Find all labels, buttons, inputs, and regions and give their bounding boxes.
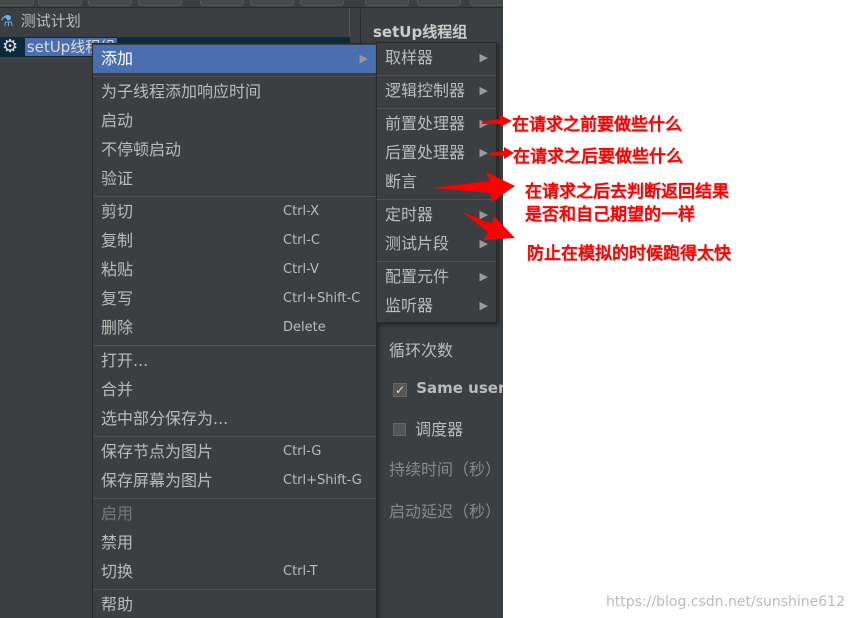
annotation-arrows bbox=[432, 115, 515, 240]
annotation-assert-1: 在请求之后去判断返回结果 bbox=[525, 182, 729, 202]
watermark: https://blog.csdn.net/sunshine612 bbox=[605, 594, 845, 610]
annotation-post: 在请求之后要做些什么 bbox=[513, 147, 683, 167]
arrow-pre-icon bbox=[482, 115, 512, 127]
arrow-assert-icon bbox=[432, 172, 515, 202]
annotation-assert-2: 是否和自己期望的一样 bbox=[525, 205, 695, 225]
annotation-timer: 防止在模拟的时候跑得太快 bbox=[527, 244, 731, 264]
annotation-pre: 在请求之前要做些什么 bbox=[512, 115, 682, 135]
arrow-post-icon bbox=[490, 147, 514, 159]
arrow-timer-icon bbox=[462, 212, 515, 240]
